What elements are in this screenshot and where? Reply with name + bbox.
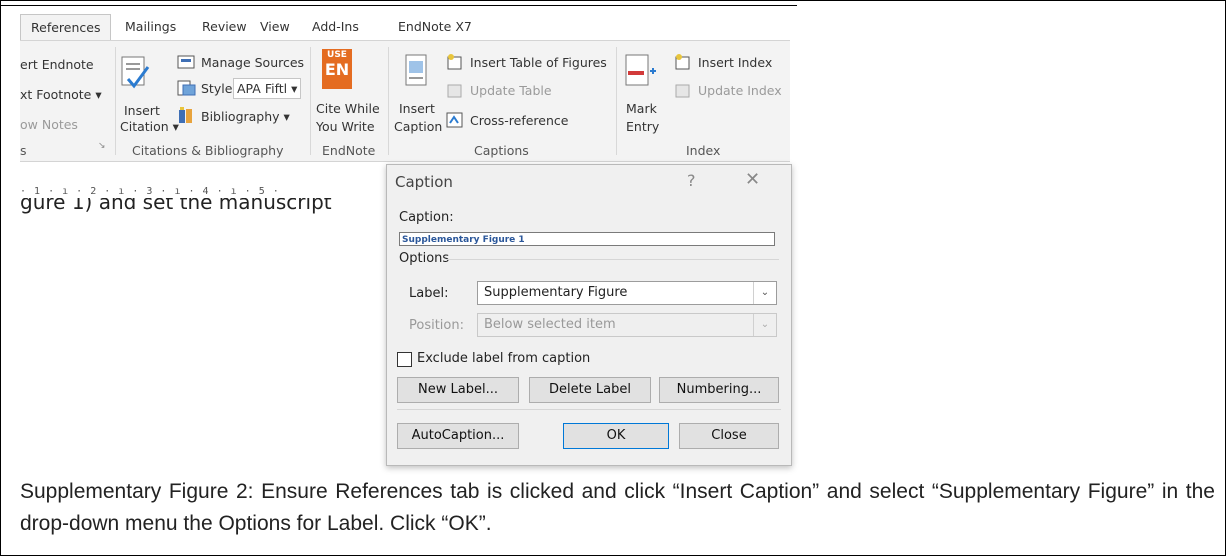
insert-citation-label-2[interactable]: Citation ▾ [120,119,179,134]
autocaption-button[interactable]: AutoCaption... [397,423,519,449]
insert-table-of-figures-icon [447,54,462,70]
close-button[interactable]: Close [679,423,779,449]
show-notes-button[interactable]: ow Notes [20,117,78,132]
citations-group-label: Citations & Bibliography [132,143,284,158]
delete-label-button[interactable]: Delete Label [529,377,651,403]
separator [388,47,389,155]
style-label: Style: [201,81,237,96]
tab-endnote-x7[interactable]: EndNote X7 [398,14,472,40]
update-table-button[interactable]: Update Table [470,83,552,98]
tab-review[interactable]: Review [202,14,247,40]
exclude-label-text: Exclude label from caption [417,351,591,366]
update-table-icon [447,84,462,98]
label-select-value: Supplementary Figure [484,285,628,300]
ruler: · 1 · ı · 2 · ı · 3 · ı · 4 · ı · 5 · [20,186,280,197]
endnote-use-icon[interactable]: USE EN [322,49,352,89]
cross-reference-icon [446,112,463,128]
bibliography-icon [179,107,192,123]
ribbon-panel: ert Endnote xt Footnote ▾ ow Notes s ↘ I… [20,40,790,162]
index-group-label: Index [686,143,721,158]
footnotes-group-label: s [20,143,27,158]
captions-group-label: Captions [474,143,529,158]
update-index-button[interactable]: Update Index [698,83,782,98]
insert-citation-label[interactable]: Insert [124,103,160,118]
button-divider [397,409,781,410]
separator [310,47,311,155]
numbering-button[interactable]: Numbering... [659,377,779,403]
ok-button[interactable]: OK [563,423,669,449]
exclude-label-checkbox[interactable] [397,352,412,367]
position-select[interactable]: Below selected item ⌄ [477,313,777,337]
tab-references[interactable]: References [20,14,112,41]
insert-caption-label-2[interactable]: Caption [394,119,442,134]
chevron-down-icon[interactable]: ⌄ [753,314,776,336]
manage-sources-icon [177,55,195,69]
bibliography-button[interactable]: Bibliography ▾ [201,109,290,124]
tab-mailings[interactable]: Mailings [125,14,176,40]
new-label-button[interactable]: New Label... [397,377,519,403]
tab-add-ins[interactable]: Add-Ins [312,14,359,40]
mark-entry-icon[interactable] [624,53,658,89]
manage-sources-button[interactable]: Manage Sources [201,55,304,70]
insert-caption-icon[interactable] [404,53,430,89]
position-field-label: Position: [409,318,464,333]
dialog-launcher-icon[interactable]: ↘ [98,141,106,151]
label-field-label: Label: [409,286,449,301]
top-border [0,5,797,6]
separator [115,47,116,155]
caption-field-label: Caption: [399,210,454,225]
update-index-icon [675,84,690,98]
figure-caption: Supplementary Figure 2: Ensure Reference… [20,480,1215,535]
next-footnote-button[interactable]: xt Footnote ▾ [20,87,102,102]
caption-input[interactable]: Supplementary Figure 1 [399,232,775,246]
ribbon-tabs: References Mailings Review View Add-Ins … [20,14,790,41]
tab-view[interactable]: View [260,14,290,40]
options-label: Options [399,251,450,266]
close-icon[interactable]: ✕ [745,169,760,190]
dialog-title: Caption [395,173,453,191]
separator [616,47,617,155]
insert-index-button[interactable]: Insert Index [698,55,772,70]
endnote-icon-bottom-text: EN [324,60,350,79]
position-select-value: Below selected item [484,317,616,332]
insert-endnote-button[interactable]: ert Endnote [20,57,94,72]
you-write-label[interactable]: You Write [316,119,375,134]
style-select[interactable]: APA Fiftl ▾ [233,78,302,99]
insert-index-icon [675,54,690,70]
style-icon [177,80,196,96]
insert-caption-label[interactable]: Insert [399,101,435,116]
caption-dialog: Caption ? ✕ Caption: Supplementary Figur… [386,164,792,466]
label-select[interactable]: Supplementary Figure ⌄ [477,281,777,305]
mark-entry-label[interactable]: Mark [626,101,657,116]
mark-entry-label-2[interactable]: Entry [626,119,659,134]
endnote-group-label: EndNote [322,143,376,158]
chevron-down-icon[interactable]: ⌄ [753,282,776,304]
help-icon[interactable]: ? [687,171,696,190]
insert-table-of-figures-button[interactable]: Insert Table of Figures [470,55,607,70]
cross-reference-button[interactable]: Cross-reference [470,113,568,128]
options-divider [447,259,779,260]
insert-citation-icon[interactable] [120,55,150,91]
cite-while-label[interactable]: Cite While [316,101,380,116]
